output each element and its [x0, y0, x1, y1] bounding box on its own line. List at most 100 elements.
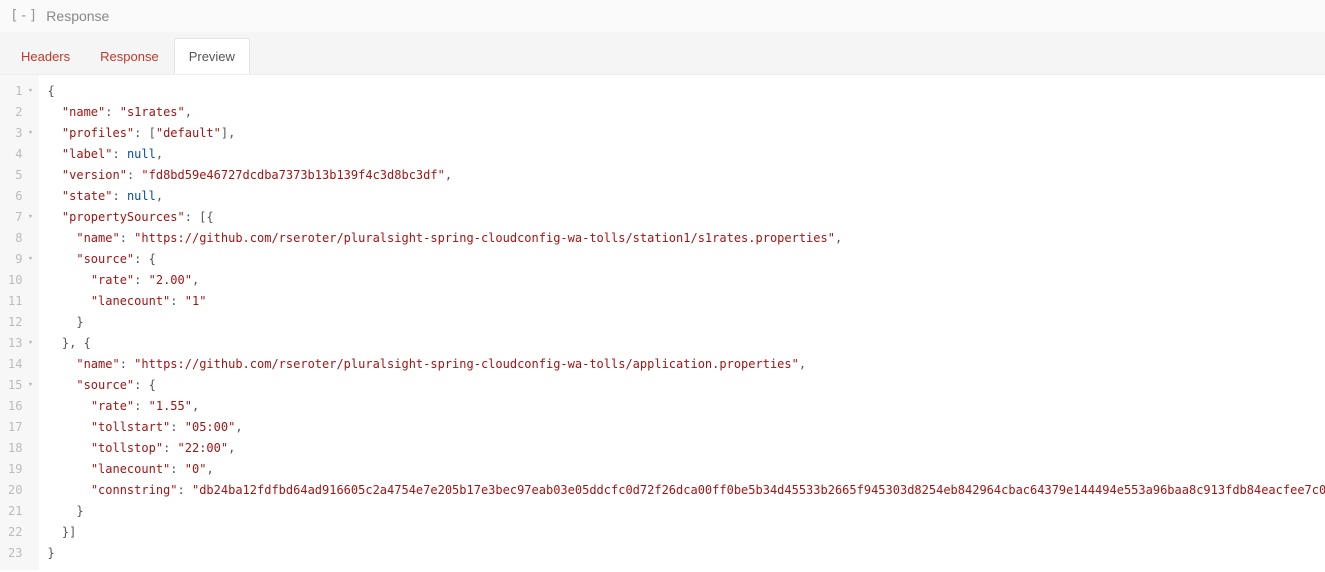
code-line: {	[39, 81, 1325, 102]
line-number: 22	[8, 522, 22, 543]
token-punc	[47, 168, 61, 182]
line-number: 10	[8, 270, 22, 291]
token-punc	[47, 273, 90, 287]
line-number: 6	[15, 186, 22, 207]
code-line: }	[39, 501, 1325, 522]
token-key: "name"	[62, 105, 105, 119]
token-punc: : [	[134, 126, 156, 140]
code-line: "rate": "2.00",	[39, 270, 1325, 291]
fold-toggle-icon[interactable]: ▾	[25, 123, 35, 144]
code-line: "source": {	[39, 249, 1325, 270]
token-punc: ,	[192, 273, 199, 287]
token-key: "connstring"	[91, 483, 178, 497]
tab-preview[interactable]: Preview	[174, 38, 250, 74]
line-number: 18	[8, 438, 22, 459]
token-punc: ,	[835, 231, 842, 245]
token-value: "https://github.com/rseroter/pluralsight…	[134, 357, 799, 371]
panel-header: [-] Response	[0, 0, 1325, 32]
token-value: "db24ba12fdfbd64ad916605c2a4754e7e205b17…	[192, 483, 1325, 497]
token-key: "tollstart"	[91, 420, 170, 434]
token-punc: }	[47, 546, 54, 560]
token-key: "name"	[76, 231, 119, 245]
line-number: 12	[8, 312, 22, 333]
token-punc	[47, 357, 76, 371]
gutter-row: 12	[0, 312, 39, 333]
token-key: "lanecount"	[91, 294, 170, 308]
token-punc: :	[163, 441, 177, 455]
line-number: 17	[8, 417, 22, 438]
token-key: "source"	[76, 252, 134, 266]
token-key: "name"	[76, 357, 119, 371]
token-punc: ,	[192, 399, 199, 413]
gutter-row: 1▾	[0, 81, 39, 102]
token-key: "propertySources"	[62, 210, 185, 224]
token-punc	[47, 210, 61, 224]
code-line: "tollstart": "05:00",	[39, 417, 1325, 438]
token-value: "https://github.com/rseroter/pluralsight…	[134, 231, 835, 245]
gutter-row: 13▾	[0, 333, 39, 354]
line-number: 5	[15, 165, 22, 186]
token-punc: :	[127, 168, 141, 182]
token-punc: ,	[185, 105, 192, 119]
tab-response[interactable]: Response	[85, 38, 174, 74]
token-punc	[47, 105, 61, 119]
token-key: "version"	[62, 168, 127, 182]
line-number: 23	[8, 543, 22, 564]
fold-toggle-icon[interactable]: ▾	[25, 207, 35, 228]
token-value: "1.55"	[149, 399, 192, 413]
token-punc: :	[112, 147, 126, 161]
code-line: }, {	[39, 333, 1325, 354]
gutter-row: 23	[0, 543, 39, 564]
code-line: "state": null,	[39, 186, 1325, 207]
token-punc: :	[170, 420, 184, 434]
line-number: 7	[15, 207, 22, 228]
token-punc: }	[47, 504, 83, 518]
gutter-row: 8	[0, 228, 39, 249]
token-punc	[47, 126, 61, 140]
fold-toggle-icon[interactable]: ▾	[25, 81, 35, 102]
token-value: "0"	[185, 462, 207, 476]
line-number: 1	[15, 81, 22, 102]
token-punc: ,	[156, 189, 163, 203]
token-punc: :	[105, 105, 119, 119]
gutter-row: 15▾	[0, 375, 39, 396]
code-line: "name": "https://github.com/rseroter/plu…	[39, 354, 1325, 375]
gutter-row: 5	[0, 165, 39, 186]
code-line: "version": "fd8bd59e46727dcdba7373b13b13…	[39, 165, 1325, 186]
token-punc: ,	[228, 441, 235, 455]
code-line: "tollstop": "22:00",	[39, 438, 1325, 459]
code-body[interactable]: { "name": "s1rates", "profiles": ["defau…	[39, 75, 1325, 570]
fold-toggle-icon[interactable]: ▾	[25, 375, 35, 396]
fold-toggle-icon[interactable]: ▾	[25, 249, 35, 270]
token-punc: :	[120, 231, 134, 245]
token-punc	[47, 252, 76, 266]
token-punc: ,	[445, 168, 452, 182]
token-punc: :	[170, 462, 184, 476]
gutter-row: 6	[0, 186, 39, 207]
line-number: 14	[8, 354, 22, 375]
token-punc	[47, 147, 61, 161]
gutter-row: 16	[0, 396, 39, 417]
token-value: "05:00"	[185, 420, 236, 434]
line-number: 2	[15, 102, 22, 123]
token-key: "label"	[62, 147, 113, 161]
line-number: 15	[8, 375, 22, 396]
token-punc: ,	[799, 357, 806, 371]
gutter-row: 4	[0, 144, 39, 165]
code-line: "lanecount": "1"	[39, 291, 1325, 312]
code-line: "connstring": "db24ba12fdfbd64ad916605c2…	[39, 480, 1325, 501]
token-punc: ],	[221, 126, 235, 140]
token-value: "s1rates"	[120, 105, 185, 119]
gutter-row: 17	[0, 417, 39, 438]
token-punc: :	[178, 483, 192, 497]
line-number: 16	[8, 396, 22, 417]
fold-toggle-icon[interactable]: ▾	[25, 333, 35, 354]
collapse-toggle[interactable]: [-]	[10, 8, 38, 24]
token-punc: :	[134, 273, 148, 287]
code-line: "label": null,	[39, 144, 1325, 165]
line-number: 21	[8, 501, 22, 522]
gutter-row: 14	[0, 354, 39, 375]
token-punc	[47, 231, 76, 245]
gutter-row: 18	[0, 438, 39, 459]
tab-headers[interactable]: Headers	[6, 38, 85, 74]
